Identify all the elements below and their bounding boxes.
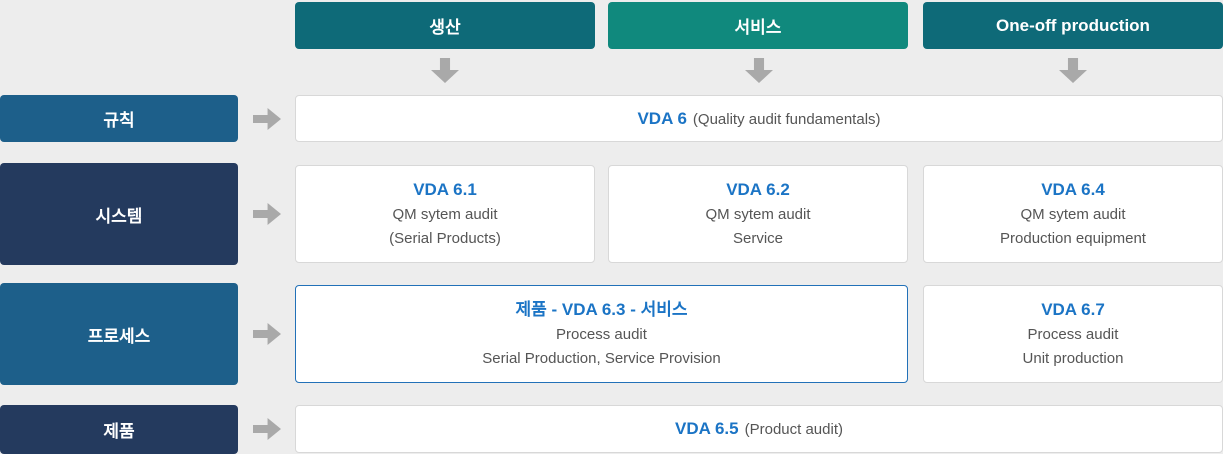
- cell-vda67: VDA 6.7 Process audit Unit production: [923, 285, 1223, 383]
- cell-vda67-line1: Process audit: [1027, 326, 1119, 343]
- row-label-rules: 규칙: [0, 95, 238, 142]
- arrow-down-icon: [1059, 58, 1087, 83]
- cell-vda64-line2: Production equipment: [1000, 230, 1146, 247]
- cell-vda61-title: VDA 6.1: [413, 180, 477, 199]
- cell-vda67-line2: Unit production: [1022, 350, 1124, 367]
- cell-vda61: VDA 6.1 QM sytem audit (Serial Products): [295, 165, 595, 263]
- row-label-process: 프로세스: [0, 283, 238, 385]
- arrow-down-icon: [745, 58, 773, 83]
- row-label-system: 시스템: [0, 163, 238, 265]
- cell-vda65: VDA 6.5 (Product audit): [295, 405, 1223, 453]
- cell-vda67-title: VDA 6.7: [1041, 300, 1105, 319]
- cell-vda64-line1: QM sytem audit: [1020, 206, 1126, 223]
- vda-audit-diagram: 생산 서비스 One-off production 규칙 시스템 프로세스 제품…: [0, 0, 1223, 454]
- header-service: 서비스: [608, 2, 908, 49]
- cell-vda65-title: VDA 6.5: [674, 419, 739, 438]
- cell-vda63-line1: Process audit: [556, 326, 647, 343]
- header-production: 생산: [295, 2, 595, 49]
- cell-vda62-title: VDA 6.2: [726, 180, 790, 199]
- cell-vda61-line2: (Serial Products): [389, 230, 501, 247]
- arrow-right-icon: [253, 108, 281, 130]
- arrow-down-icon: [431, 58, 459, 83]
- cell-vda6-title: VDA 6: [637, 108, 687, 128]
- cell-vda63-line2: Serial Production, Service Provision: [482, 350, 721, 367]
- cell-vda64: VDA 6.4 QM sytem audit Production equipm…: [923, 165, 1223, 263]
- cell-vda65-suffix: (Product audit): [744, 421, 843, 438]
- cell-vda63: 제품 - VDA 6.3 - 서비스 Process audit Serial …: [295, 285, 908, 383]
- arrow-right-icon: [253, 418, 281, 440]
- cell-vda63-title: 제품 - VDA 6.3 - 서비스: [515, 300, 688, 319]
- arrow-right-icon: [253, 203, 281, 225]
- cell-vda6: VDA 6 (Quality audit fundamentals): [295, 95, 1223, 142]
- cell-vda6-suffix: (Quality audit fundamentals): [692, 110, 881, 128]
- cell-vda62-line2: Service: [732, 230, 784, 247]
- header-one-off-production: One-off production: [923, 2, 1223, 49]
- cell-vda62: VDA 6.2 QM sytem audit Service: [608, 165, 908, 263]
- cell-vda62-line1: QM sytem audit: [705, 206, 811, 223]
- cell-vda61-line1: QM sytem audit: [392, 206, 498, 223]
- arrow-right-icon: [253, 323, 281, 345]
- row-label-product: 제품: [0, 405, 238, 454]
- cell-vda64-title: VDA 6.4: [1041, 180, 1105, 199]
